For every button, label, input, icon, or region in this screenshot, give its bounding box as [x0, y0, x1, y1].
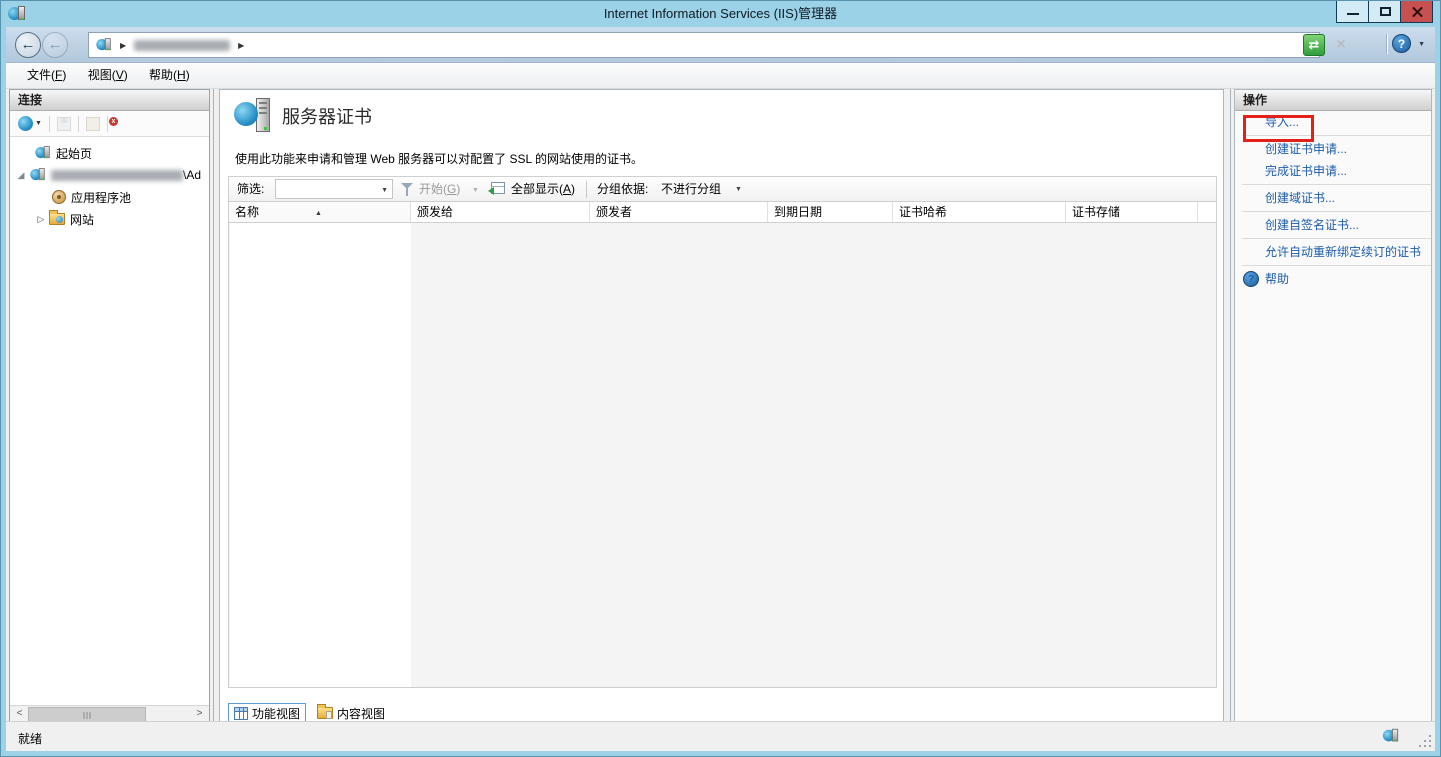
horizontal-scrollbar[interactable]: < >	[10, 705, 209, 722]
toolbar-separator	[586, 181, 587, 198]
breadcrumb-caret-icon[interactable]: ▶	[120, 41, 126, 50]
menu-bar: 文件(F) 视图(V) 帮助(H)	[6, 63, 1435, 89]
minimize-button[interactable]	[1336, 1, 1369, 23]
help-dropdown-icon[interactable]: ▼	[1418, 41, 1425, 48]
breadcrumb[interactable]: ▶ ▶	[88, 32, 1320, 58]
menu-help[interactable]: 帮助(H)	[140, 63, 199, 88]
window-title: Internet Information Services (IIS)管理器	[1, 1, 1440, 27]
filter-toolbar: 筛选: ▼ 开始(G) ▼ 全部显示(A) 分组依据: 不进行分组 ▼	[228, 176, 1217, 202]
sites-folder-icon	[49, 213, 65, 225]
show-all-button[interactable]: 全部显示(A)	[511, 177, 575, 201]
redacted-server-name	[134, 40, 230, 51]
tree-item-start-page[interactable]: 起始页	[10, 142, 209, 164]
column-header-store[interactable]: 证书存储	[1066, 202, 1198, 222]
iis-status-icon	[1383, 729, 1398, 743]
toolbar-separator	[1387, 34, 1388, 54]
content-view-icon	[317, 707, 333, 719]
server-icon	[30, 168, 44, 182]
action-create-domain-certificate[interactable]: 创建域证书...	[1235, 187, 1431, 209]
help-icon: ?	[1243, 271, 1259, 287]
connections-header: 连接	[10, 90, 209, 111]
column-header-issued-to[interactable]: 颁发给	[411, 202, 590, 222]
certificates-list-empty[interactable]	[228, 223, 1217, 688]
status-bar: 就绪	[6, 721, 1435, 751]
server-icon	[96, 38, 110, 52]
scroll-left-icon[interactable]: <	[11, 707, 28, 722]
connections-toolbar: ▼ x	[10, 111, 209, 137]
start-page-icon	[35, 146, 49, 160]
chevron-down-icon: ▼	[381, 187, 388, 194]
action-help[interactable]: ? 帮助	[1235, 270, 1431, 287]
tree-item-server[interactable]: ◢ \Ad	[10, 164, 209, 186]
refresh-icon[interactable]: ⇄	[1303, 34, 1325, 56]
separator	[1242, 211, 1431, 212]
actions-panel: 操作 导入... 创建证书申请... 完成证书申请... 创建域证书... 创建…	[1234, 89, 1432, 723]
iis-manager-window: Internet Information Services (IIS)管理器 ←…	[0, 0, 1441, 757]
chevron-down-icon[interactable]: ▼	[735, 186, 742, 193]
separator	[1242, 238, 1431, 239]
title-bar: Internet Information Services (IIS)管理器	[1, 1, 1440, 27]
connections-panel: 连接 ▼ x 起始页 ◢	[9, 89, 210, 723]
group-by-label: 分组依据:	[597, 177, 648, 201]
actions-header: 操作	[1235, 90, 1431, 111]
address-bar: ← ← ▶ ▶ ⇄ × ? ▼	[6, 27, 1435, 63]
page-title: 服务器证书	[282, 103, 372, 129]
back-button[interactable]: ←	[15, 32, 41, 58]
name-column-background	[230, 223, 411, 687]
connections-tree: 起始页 ◢ \Ad 应用程序池 ▷ 网站	[10, 137, 209, 230]
panel-splitter[interactable]	[1230, 89, 1231, 723]
scroll-right-icon[interactable]: >	[191, 707, 208, 722]
breadcrumb-caret-icon[interactable]: ▶	[238, 41, 244, 50]
tree-item-app-pools[interactable]: 应用程序池	[10, 186, 209, 208]
save-connection-button	[57, 117, 71, 131]
close-button[interactable]	[1400, 1, 1433, 23]
column-header-name[interactable]: 名称▲	[229, 202, 411, 222]
column-header-filler	[1198, 202, 1216, 222]
column-header-issued-by[interactable]: 颁发者	[590, 202, 768, 222]
filter-go-icon	[401, 183, 413, 189]
redacted-server-name	[51, 170, 183, 181]
certificates-table-header: 名称▲ 颁发给 颁发者 到期日期 证书哈希 证书存储	[228, 202, 1217, 223]
menu-view[interactable]: 视图(V)	[79, 63, 137, 88]
import-highlight-annotation	[1243, 115, 1314, 142]
action-complete-certificate-request[interactable]: 完成证书申请...	[1235, 160, 1431, 182]
action-allow-auto-rebind[interactable]: 允许自动重新绑定续订的证书	[1235, 241, 1431, 263]
show-all-icon	[491, 182, 505, 194]
application-pools-icon	[52, 190, 66, 204]
maximize-button[interactable]	[1368, 1, 1401, 23]
stop-icon: ×	[1330, 34, 1352, 56]
sort-ascending-icon: ▲	[315, 204, 322, 224]
feature-description: 使用此功能来申请和管理 Web 服务器可以对配置了 SSL 的网站使用的证书。	[235, 150, 643, 167]
server-certificates-icon	[234, 98, 274, 140]
filter-input[interactable]: ▼	[275, 179, 393, 199]
edit-connection-button	[86, 117, 100, 131]
column-header-hash[interactable]: 证书哈希	[893, 202, 1066, 222]
status-text: 就绪	[18, 730, 42, 747]
menu-file[interactable]: 文件(F)	[18, 63, 75, 88]
panel-splitter[interactable]	[213, 89, 214, 723]
column-header-expiration[interactable]: 到期日期	[768, 202, 893, 222]
collapse-icon[interactable]: ◢	[16, 170, 26, 181]
filter-go-button: 开始(G)	[419, 177, 460, 201]
filter-go-dropdown-icon: ▼	[472, 179, 479, 203]
resize-grip[interactable]	[1417, 733, 1431, 747]
forward-button[interactable]: ←	[42, 32, 68, 58]
scrollbar-thumb[interactable]	[28, 707, 146, 722]
features-view-icon	[234, 707, 248, 720]
filter-label: 筛选:	[237, 177, 264, 201]
separator	[1242, 265, 1431, 266]
create-connection-button[interactable]: ▼	[18, 116, 42, 131]
group-by-select[interactable]: 不进行分组	[661, 177, 721, 201]
separator	[1242, 184, 1431, 185]
help-icon[interactable]: ?	[1392, 34, 1411, 53]
action-create-self-signed-certificate[interactable]: 创建自签名证书...	[1235, 214, 1431, 236]
server-certificates-panel: 服务器证书 使用此功能来申请和管理 Web 服务器可以对配置了 SSL 的网站使…	[219, 89, 1224, 723]
tree-item-sites[interactable]: ▷ 网站	[10, 208, 209, 230]
expand-icon[interactable]: ▷	[36, 214, 46, 225]
